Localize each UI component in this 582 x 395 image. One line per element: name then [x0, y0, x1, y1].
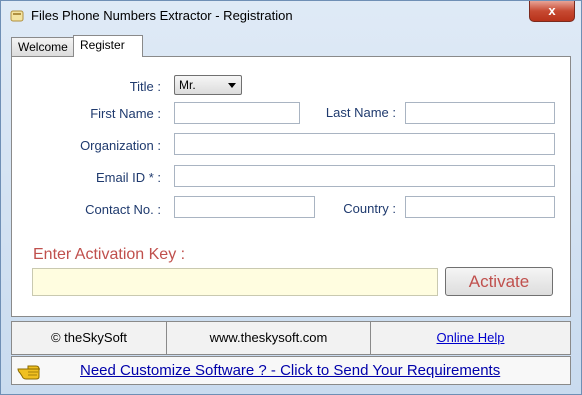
activation-key-input[interactable] — [32, 268, 438, 296]
register-panel: Title : Mr. First Name : Last Name : Org… — [11, 56, 571, 317]
tab-register[interactable]: Register — [73, 35, 143, 57]
close-button[interactable]: x — [529, 1, 575, 22]
copyright-text: © theSkySoft — [12, 322, 167, 354]
online-help-link[interactable]: Online Help — [371, 322, 570, 354]
contact-field[interactable] — [174, 196, 315, 218]
title-select[interactable]: Mr. — [174, 75, 242, 95]
country-field[interactable] — [405, 196, 555, 218]
first-name-field[interactable] — [174, 102, 300, 124]
footer-bar: © theSkySoft www.theskysoft.com Online H… — [11, 321, 571, 355]
registration-window: Files Phone Numbers Extractor - Registra… — [0, 0, 582, 395]
email-field[interactable] — [174, 165, 555, 187]
organization-field[interactable] — [174, 133, 555, 155]
title-label: Title : — [129, 79, 161, 94]
title-select-value: Mr. — [179, 78, 196, 92]
chevron-down-icon — [228, 83, 236, 88]
activation-key-label: Enter Activation Key : — [33, 246, 186, 263]
customize-software-link[interactable]: Need Customize Software ? - Click to Sen… — [80, 362, 500, 379]
last-name-field[interactable] — [405, 102, 555, 124]
organization-label: Organization : — [80, 138, 161, 153]
title-bar: Files Phone Numbers Extractor - Registra… — [1, 1, 581, 31]
activate-button[interactable]: Activate — [445, 267, 553, 296]
contact-label: Contact No. : — [85, 202, 161, 217]
pointing-hand-icon — [17, 365, 40, 380]
website-text: www.theskysoft.com — [167, 322, 371, 354]
window-title: Files Phone Numbers Extractor - Registra… — [31, 8, 293, 23]
customize-banner: Need Customize Software ? - Click to Sen… — [11, 356, 571, 385]
app-icon — [10, 10, 24, 22]
close-icon: x — [548, 3, 556, 18]
first-name-label: First Name : — [90, 106, 161, 121]
email-label: Email ID * : — [95, 170, 161, 185]
last-name-label: Last Name : — [325, 105, 396, 120]
country-label: Country : — [343, 201, 396, 216]
